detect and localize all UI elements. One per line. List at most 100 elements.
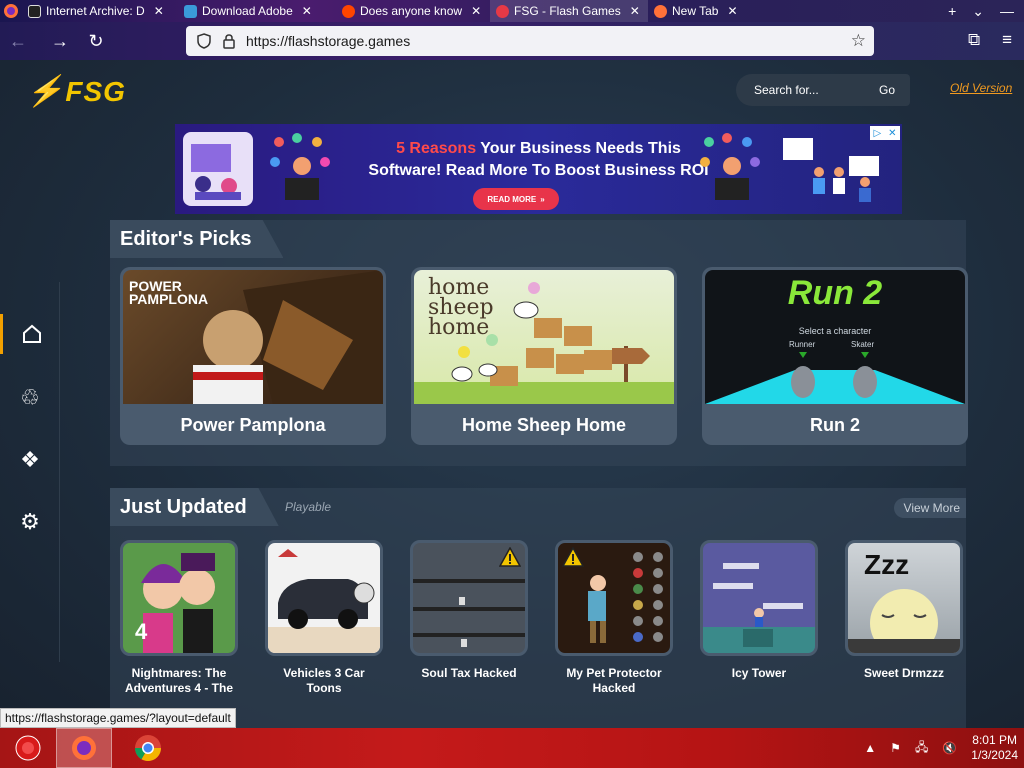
ad-illustration-team — [779, 132, 889, 206]
game-thumbnail: POWER PAMPLONA — [123, 270, 383, 404]
game-card-vehicles-3[interactable]: Vehicles 3 Car Toons — [265, 540, 383, 696]
recycle-icon[interactable]: ♲ — [0, 378, 60, 418]
left-sidebar: ♲ ❖ ⚙ — [0, 282, 60, 662]
ad-banner[interactable]: 5 Reasons Your Business Needs This Softw… — [175, 124, 902, 214]
taskbar-chrome[interactable] — [120, 728, 176, 768]
new-tab-icon[interactable]: + — [948, 3, 956, 20]
game-thumbnail: 4 — [120, 540, 238, 656]
firefox-menu-icon[interactable] — [0, 0, 22, 22]
ad-read-more-button[interactable]: READ MORE» — [473, 188, 559, 210]
close-tab-icon[interactable]: ✕ — [727, 4, 737, 18]
menu-hamburger-icon[interactable]: ≡ — [1002, 30, 1012, 50]
thumb-label: Run 2 — [787, 274, 883, 312]
close-icon[interactable]: ✕ — [888, 128, 896, 139]
game-card-home-sheep-home[interactable]: home sheep home Home Sheep Home — [411, 267, 677, 445]
firefox-icon — [654, 4, 667, 18]
game-title: Icy Tower — [731, 666, 787, 680]
settings-gear-icon[interactable]: ⚙ — [0, 502, 60, 542]
section-title: Editor's Picks — [110, 220, 284, 258]
tab-new-tab[interactable]: New Tab ✕ — [648, 0, 798, 22]
game-card-run-2[interactable]: Run 2 Select a character Runner Skater R… — [702, 267, 968, 445]
start-button[interactable] — [0, 728, 56, 768]
search-input[interactable]: Search for... — [754, 83, 819, 97]
tray-expand-icon[interactable]: ▲ — [864, 741, 876, 755]
back-arrow-icon[interactable]: ← — [0, 23, 36, 59]
thumb-subtitle: Select a character — [798, 326, 872, 336]
tab-download-adobe[interactable]: Download Adobe ✕ — [178, 0, 336, 22]
game-thumbnail — [410, 540, 528, 656]
shield-icon[interactable] — [196, 33, 212, 49]
game-title: Vehicles 3 Car Toons — [283, 666, 365, 695]
editors-picks-section: Editor's Picks POWER PAMPLONA Power Pamp… — [110, 220, 968, 466]
url-bar[interactable]: https://flashstorage.games ☆ — [186, 26, 874, 56]
game-card-power-pamplona[interactable]: POWER PAMPLONA Power Pamplona — [120, 267, 386, 445]
game-thumbnail — [555, 540, 673, 656]
home-icon[interactable] — [0, 314, 60, 354]
game-card-soul-tax[interactable]: Soul Tax Hacked — [410, 540, 528, 681]
just-updated-section: Just Updated Playable View More 4 Nightm… — [110, 488, 966, 728]
close-tab-icon[interactable]: ✕ — [302, 4, 312, 18]
bookmark-star-icon[interactable]: ☆ — [851, 31, 866, 51]
extensions-icon[interactable]: ⧉ — [968, 30, 980, 50]
close-tab-icon[interactable]: ✕ — [154, 4, 164, 18]
url-text[interactable]: https://flashstorage.games — [246, 33, 410, 49]
search-go-button[interactable]: Go — [864, 83, 910, 97]
game-title: Run 2 — [809, 414, 860, 435]
section-title: Just Updated — [110, 488, 279, 526]
thumb-option-runner: Runner — [789, 340, 816, 349]
system-tray: ▲ ⚑ 🖧 🔇 8:01 PM 1/3/2024 — [864, 733, 1024, 763]
game-card-nightmares[interactable]: 4 Nightmares: The Adventures 4 - The — [120, 540, 238, 696]
game-thumbnail: Run 2 Select a character Runner Skater — [705, 270, 965, 404]
lightning-bolt-icon: ⚡ — [26, 75, 64, 108]
game-title: Soul Tax Hacked — [421, 666, 517, 680]
game-title: Home Sheep Home — [461, 414, 627, 435]
game-title: Power Pamplona — [180, 414, 326, 435]
browser-nav-bar: ← → ↻ https://flashstorage.games ☆ ⧉ ≡ — [0, 22, 1024, 60]
warning-icon — [562, 547, 584, 567]
view-more-button[interactable]: View More — [893, 498, 966, 518]
game-thumbnail: Zzz — [845, 540, 963, 656]
close-tab-icon[interactable]: ✕ — [471, 4, 481, 18]
old-version-link[interactable]: Old Version — [950, 81, 1012, 95]
tab-internet-archive[interactable]: Internet Archive: D ✕ — [22, 0, 178, 22]
game-card-icy-tower[interactable]: Icy Tower — [700, 540, 818, 681]
tab-fsg-flash-games[interactable]: FSG - Flash Games ✕ — [490, 0, 648, 22]
game-thumbnail — [265, 540, 383, 656]
game-title: Sweet Drmzzz — [863, 666, 945, 680]
arrow-circle-icon: » — [540, 194, 545, 204]
game-thumbnail — [700, 540, 818, 656]
ad-info-icon[interactable]: ▷ — [873, 128, 881, 139]
ad-choices-close[interactable]: ▷ ✕ — [870, 126, 900, 140]
taskbar-firefox[interactable] — [56, 728, 112, 768]
close-tab-icon[interactable]: ✕ — [630, 4, 640, 18]
forward-arrow-icon[interactable]: → — [42, 23, 78, 59]
volume-muted-icon[interactable]: 🔇 — [942, 741, 957, 755]
tab-reddit[interactable]: Does anyone know ✕ — [336, 0, 490, 22]
game-card-my-pet-protector[interactable]: My Pet Protector Hacked — [555, 540, 673, 696]
fsg-favicon-icon — [496, 4, 509, 18]
game-thumbnail: home sheep home — [414, 270, 674, 404]
taskbar-clock[interactable]: 8:01 PM 1/3/2024 — [971, 733, 1018, 763]
list-tabs-icon[interactable]: ⌄ — [972, 3, 984, 20]
fsg-logo[interactable]: ⚡ FSG — [26, 74, 126, 109]
window-controls: + ⌄ — — [948, 3, 1024, 20]
game-card-sweet-drmzzz[interactable]: Zzz Sweet Drmzzz — [845, 540, 963, 681]
archive-icon — [28, 4, 41, 18]
minimize-icon[interactable]: — — [1000, 3, 1014, 20]
network-icon[interactable]: 🖧 — [915, 738, 928, 759]
adobe-icon — [184, 4, 197, 18]
categories-icon[interactable]: ❖ — [0, 440, 60, 480]
thumb-option-skater: Skater — [851, 340, 875, 349]
action-center-flag-icon[interactable]: ⚑ — [890, 741, 901, 755]
search-box[interactable]: Search for... Go — [736, 74, 910, 106]
thumb-label: home sheep home — [428, 275, 494, 340]
link-status-tooltip: https://flashstorage.games/?layout=defau… — [0, 708, 236, 728]
thumb-label: POWER PAMPLONA — [129, 278, 209, 307]
game-title: My Pet Protector Hacked — [566, 666, 662, 695]
ad-illustration-person-right — [697, 132, 767, 206]
browser-tab-bar: Internet Archive: D ✕ Download Adobe ✕ D… — [0, 0, 1024, 22]
game-title: Nightmares: The Adventures 4 - The — [124, 666, 234, 695]
page-content: ⚡ FSG Search for... Go Old Version 5 Rea… — [0, 60, 1024, 728]
lock-icon[interactable] — [222, 33, 236, 49]
reload-icon[interactable]: ↻ — [78, 23, 114, 59]
